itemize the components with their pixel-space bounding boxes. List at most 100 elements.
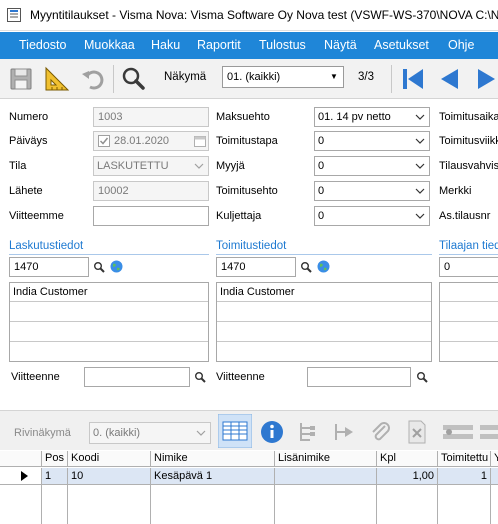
toimitusehto-label: Toimitusehto: [216, 185, 278, 197]
menu-asetukset[interactable]: Asetukset: [374, 38, 429, 52]
undo-icon[interactable]: [78, 64, 108, 94]
address-row-divider: [10, 321, 208, 322]
menu-tiedosto[interactable]: Tiedosto: [19, 38, 66, 52]
delivery-viitteenne-field[interactable]: [307, 367, 411, 387]
grid-view-icon[interactable]: [218, 414, 252, 448]
table-row-kpl[interactable]: 1,00: [377, 468, 438, 485]
kuljettaja-value: 0: [318, 210, 325, 222]
grid-header-kpl[interactable]: Kpl: [377, 451, 438, 467]
order-header-form: Numero 1003 Päiväys 28.01.2020 Tila LASK…: [0, 100, 498, 405]
table-row-nimike[interactable]: Kesäpävä 1: [151, 468, 275, 485]
table-row-toimitettu[interactable]: 1: [438, 468, 491, 485]
billing-section-title[interactable]: Laskutustiedot: [9, 240, 83, 252]
numero-label: Numero: [9, 111, 49, 123]
toimitustapa-select[interactable]: 0: [314, 131, 430, 151]
move-row-icon[interactable]: [332, 420, 356, 444]
toolbar-separator: [391, 65, 392, 93]
empty-cell: [0, 485, 42, 524]
maksuehto-label: Maksuehto: [216, 111, 270, 123]
table-row-y[interactable]: [491, 468, 498, 485]
table-row-koodi[interactable]: 10: [68, 468, 151, 485]
info-icon[interactable]: [260, 420, 284, 444]
tila-select[interactable]: LASKUTETTU: [93, 156, 209, 176]
billing-viitteenne-label: Viitteenne: [11, 371, 60, 383]
menu-ohje[interactable]: Ohje: [448, 38, 474, 52]
orderer-address-box[interactable]: [439, 282, 498, 362]
delivery-address-line1: India Customer: [220, 286, 295, 298]
calendar-icon[interactable]: [194, 135, 206, 147]
delivery-section-title[interactable]: Toimitustiedot: [216, 240, 286, 252]
address-row-divider: [440, 301, 498, 302]
menu-muokkaa[interactable]: Muokkaa: [84, 38, 135, 52]
delivery-customer-field[interactable]: 1470: [216, 257, 296, 277]
search-icon[interactable]: [300, 261, 312, 273]
structure-icon[interactable]: [296, 420, 320, 444]
chevron-down-icon: [415, 114, 425, 120]
lahete-field[interactable]: 10002: [93, 181, 209, 201]
search-icon[interactable]: [93, 261, 105, 273]
app-icon: [7, 8, 21, 22]
grid-header-koodi[interactable]: Koodi: [68, 451, 151, 467]
kuljettaja-label: Kuljettaja: [216, 210, 262, 222]
menu-tulostus[interactable]: Tulostus: [259, 38, 306, 52]
table-row-pos[interactable]: 1: [42, 468, 68, 485]
chevron-down-icon: [415, 163, 425, 169]
chevron-down-icon: [415, 188, 425, 194]
previous-record-icon[interactable]: [434, 64, 464, 94]
globe-icon[interactable]: [317, 260, 330, 273]
billing-address-box[interactable]: India Customer: [9, 282, 209, 362]
paivays-label: Päiväys: [9, 135, 48, 147]
orderer-section-title[interactable]: Tilaajan tiedo: [439, 240, 498, 252]
maksuehto-select[interactable]: 01. 14 pv netto: [314, 107, 430, 127]
row-selector[interactable]: [0, 468, 42, 485]
grid-header-toimitettu[interactable]: Toimitettu: [438, 451, 491, 467]
next-record-icon[interactable]: [472, 64, 498, 94]
toimitusehto-value: 0: [318, 185, 325, 197]
menu-bar: Tiedosto Muokkaa Haku Raportit Tulostus …: [0, 32, 498, 59]
menu-nayta[interactable]: Näytä: [324, 38, 357, 52]
add-row-icon[interactable]: [443, 423, 473, 441]
delivery-address-box[interactable]: India Customer: [216, 282, 432, 362]
checkbox-checked-icon[interactable]: [98, 135, 110, 147]
empty-cell: [151, 485, 275, 524]
view-select-value: 01. (kaikki): [227, 71, 281, 83]
toimitusehto-select[interactable]: 0: [314, 181, 430, 201]
row-view-select[interactable]: 0. (kaikki): [89, 422, 211, 444]
orderer-customer-field[interactable]: 0: [439, 257, 498, 277]
billing-customer-field[interactable]: 1470: [9, 257, 89, 277]
first-record-icon[interactable]: [398, 64, 428, 94]
delivery-divider: [216, 254, 432, 255]
merkki-label: Merkki: [439, 185, 472, 197]
remove-row-icon[interactable]: [480, 423, 498, 441]
table-row-lisanimike[interactable]: [275, 468, 377, 485]
view-select[interactable]: 01. (kaikki) ▼: [222, 66, 344, 88]
as-tilausnr-label: As.tilausnr: [439, 210, 491, 222]
numero-field[interactable]: 1003: [93, 107, 209, 127]
search-icon[interactable]: [119, 64, 149, 94]
dropdown-arrow-icon[interactable]: ▼: [327, 70, 341, 84]
menu-haku[interactable]: Haku: [151, 38, 180, 52]
empty-cell: [377, 485, 438, 524]
myyja-select[interactable]: 0: [314, 156, 430, 176]
save-icon[interactable]: [6, 64, 36, 94]
search-icon[interactable]: [416, 371, 428, 383]
title-bar: Myyntitilaukset - Visma Nova: Visma Soft…: [0, 0, 498, 31]
billing-address-line1: India Customer: [13, 286, 88, 298]
kuljettaja-select[interactable]: 0: [314, 206, 430, 226]
grid-header-nimike[interactable]: Nimike: [151, 451, 275, 467]
rows-toolbar: Rivinäkymä 0. (kaikki): [0, 410, 498, 450]
grid-header-lisanimike[interactable]: Lisänimike: [275, 451, 377, 467]
empty-cell: [68, 485, 151, 524]
viitteemme-field[interactable]: [93, 206, 209, 226]
document-delete-icon[interactable]: [405, 419, 429, 445]
menu-raportit[interactable]: Raportit: [197, 38, 241, 52]
search-icon[interactable]: [194, 371, 206, 383]
ruler-triangle-icon[interactable]: [42, 64, 72, 94]
attachment-icon[interactable]: [368, 420, 392, 444]
globe-icon[interactable]: [110, 260, 123, 273]
lahete-label: Lähete: [9, 185, 43, 197]
billing-viitteenne-field[interactable]: [84, 367, 190, 387]
grid-header-pos[interactable]: Pos: [42, 451, 68, 467]
grid-header-y[interactable]: Y: [491, 451, 498, 467]
paivays-field[interactable]: 28.01.2020: [93, 131, 209, 151]
